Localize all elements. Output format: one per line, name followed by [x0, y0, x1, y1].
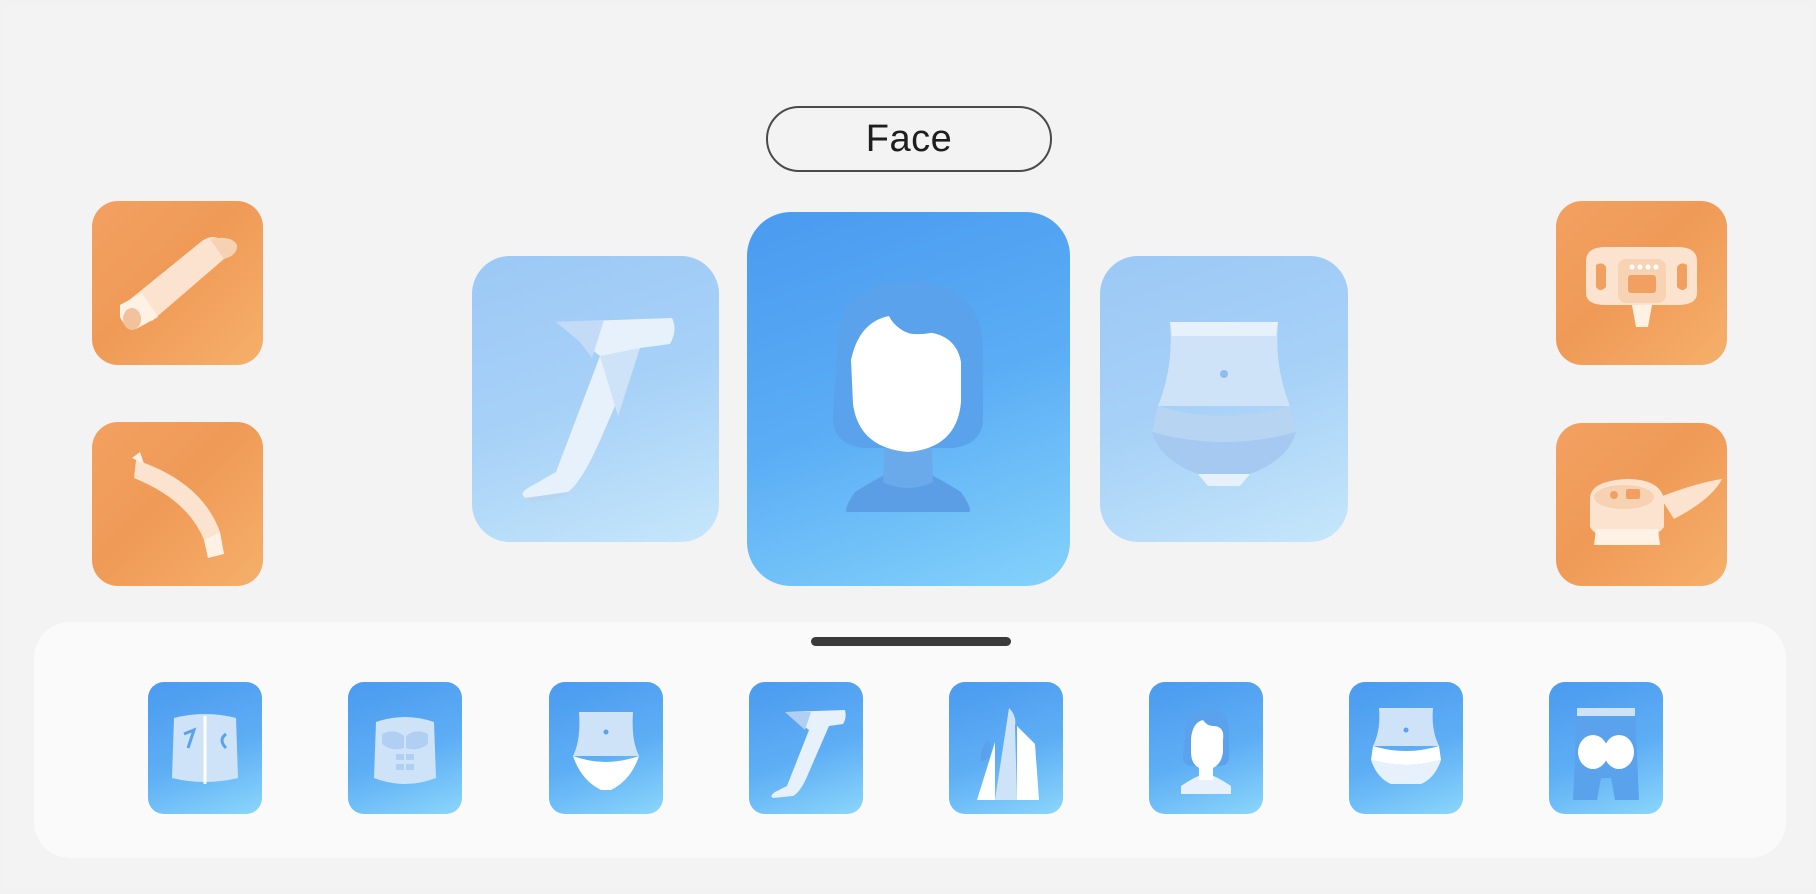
- face-icon: [833, 282, 983, 512]
- selected-area-title[interactable]: Face: [766, 106, 1052, 172]
- carousel-abdomen-tile[interactable]: [1100, 256, 1348, 542]
- thumb-buttocks[interactable]: [1549, 682, 1663, 814]
- belt-applicator-icon: [1586, 247, 1697, 327]
- thumb-face[interactable]: [1149, 682, 1263, 814]
- thumb-chest[interactable]: [348, 682, 462, 814]
- carousel-face-tile[interactable]: [747, 212, 1070, 586]
- curved-handpiece-icon: [132, 452, 224, 558]
- buttocks-icon: [1573, 708, 1639, 800]
- flame-icon: [977, 708, 1039, 800]
- carousel-leg-tile[interactable]: [472, 256, 719, 542]
- device-saddle-applicator-tile[interactable]: [1556, 423, 1727, 586]
- abdomen-icon: [1152, 322, 1296, 486]
- back-icon: [172, 714, 238, 784]
- waist-icon: [1371, 708, 1441, 784]
- lower-abdomen-icon: [573, 712, 639, 790]
- leg-icon: [522, 318, 675, 502]
- thumb-flame[interactable]: [949, 682, 1063, 814]
- face-icon: [1181, 708, 1231, 794]
- device-belt-applicator-tile[interactable]: [1556, 201, 1727, 365]
- thumb-back[interactable]: [148, 682, 262, 814]
- thumb-lower-abdomen[interactable]: [549, 682, 663, 814]
- device-handpiece-tile[interactable]: [92, 201, 263, 365]
- device-curved-handpiece-tile[interactable]: [92, 422, 263, 586]
- handpiece-icon: [120, 237, 238, 330]
- tray-drag-handle[interactable]: [811, 637, 1011, 646]
- chest-icon: [374, 717, 436, 784]
- area-selector-tray: [34, 622, 1786, 858]
- thumb-leg[interactable]: [749, 682, 863, 814]
- saddle-applicator-icon: [1590, 479, 1722, 545]
- leg-icon: [771, 710, 846, 798]
- thumb-waist[interactable]: [1349, 682, 1463, 814]
